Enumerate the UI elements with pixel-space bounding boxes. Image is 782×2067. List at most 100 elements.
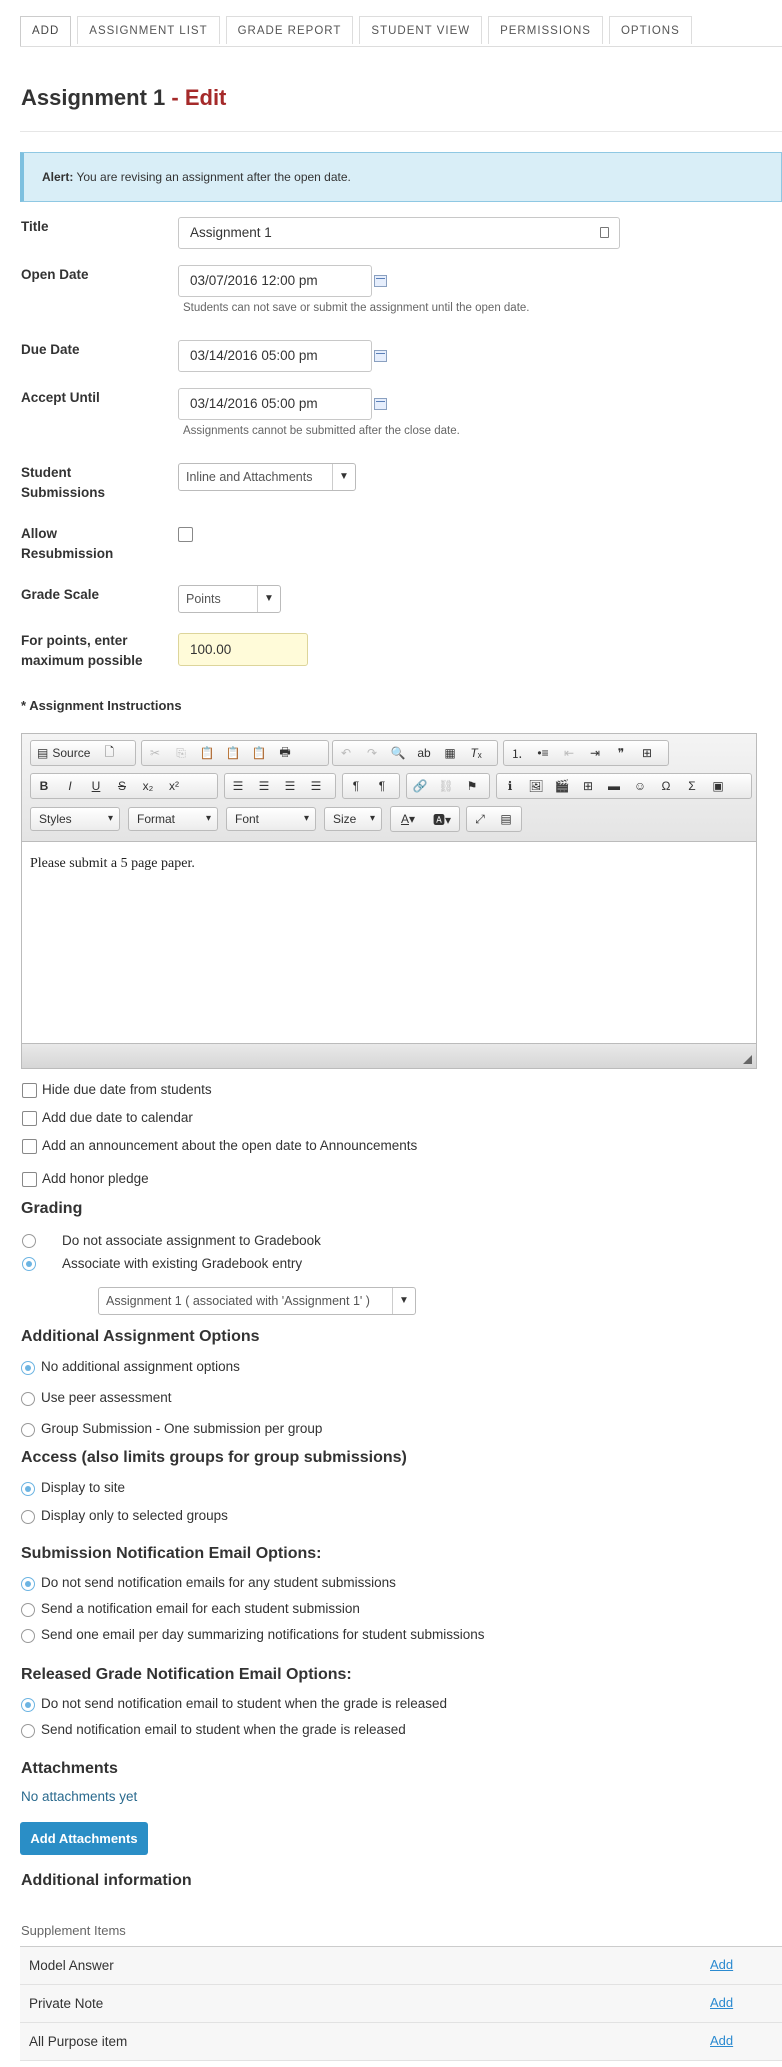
send-grade-email-radio[interactable]: [21, 1724, 35, 1738]
show-blocks-icon[interactable]: ▤: [493, 807, 519, 831]
new-page-icon[interactable]: 🗋: [96, 741, 122, 765]
no-attachments-text: No attachments yet: [21, 1789, 138, 1804]
outdent-icon[interactable]: ⇤: [556, 741, 582, 765]
div-container-icon[interactable]: ⊞: [634, 741, 660, 765]
paste-icon[interactable]: 📋: [194, 741, 220, 765]
math-icon[interactable]: Σ: [679, 774, 705, 798]
remove-format-icon[interactable]: Tₓ: [463, 741, 489, 765]
subscript-icon[interactable]: x₂: [135, 774, 161, 798]
title-input[interactable]: Assignment 1: [178, 217, 620, 249]
document-group: ▤ Source 🗋: [30, 740, 136, 766]
media-icon[interactable]: 🎬: [549, 774, 575, 798]
ltr-icon[interactable]: ¶: [343, 774, 369, 798]
existing-gradebook-radio[interactable]: [22, 1257, 36, 1271]
find-icon[interactable]: 🔍: [385, 741, 411, 765]
rtl-icon[interactable]: ¶: [369, 774, 395, 798]
max-points-label: For points, enter maximum possible: [21, 633, 143, 668]
honor-pledge-checkbox[interactable]: [22, 1172, 37, 1187]
superscript-icon[interactable]: x²: [161, 774, 187, 798]
embed-icon[interactable]: ▣: [705, 774, 731, 798]
size-dropdown[interactable]: Size: [324, 807, 382, 831]
italic-icon[interactable]: I: [57, 774, 83, 798]
tab-assignment-list[interactable]: ASSIGNMENT LIST: [77, 16, 220, 44]
gradebook-entry-select[interactable]: Assignment 1 ( associated with 'Assignme…: [98, 1287, 416, 1315]
peer-assessment-radio[interactable]: [21, 1392, 35, 1406]
grade-scale-select[interactable]: Points ▼: [178, 585, 281, 613]
allow-resubmission-checkbox[interactable]: [178, 527, 193, 542]
calendar-icon[interactable]: [374, 350, 387, 362]
no-submission-email-radio[interactable]: [21, 1577, 35, 1591]
bold-icon[interactable]: B: [31, 774, 57, 798]
align-right-icon[interactable]: ☰: [277, 774, 303, 798]
display-to-site-radio[interactable]: [21, 1482, 35, 1496]
tab-options[interactable]: OPTIONS: [608, 16, 692, 44]
font-dropdown[interactable]: Font: [226, 807, 316, 831]
align-center-icon[interactable]: ☰: [251, 774, 277, 798]
redo-icon[interactable]: ↷: [359, 741, 385, 765]
calendar-icon[interactable]: [374, 275, 387, 287]
styles-dropdown[interactable]: Styles: [30, 807, 120, 831]
copy-icon[interactable]: ⎘: [168, 741, 194, 765]
justify-icon[interactable]: ☰: [303, 774, 329, 798]
background-color-icon[interactable]: 🅰▾: [425, 807, 459, 831]
anchor-icon[interactable]: ⚑: [459, 774, 485, 798]
source-button[interactable]: ▤ Source: [31, 741, 96, 765]
tab-add[interactable]: ADD: [20, 16, 72, 46]
daily-submission-email-radio[interactable]: [21, 1629, 35, 1643]
numbered-list-icon[interactable]: ⒈: [504, 741, 530, 765]
add-model-answer-link[interactable]: Add: [710, 1957, 733, 1972]
no-gradebook-radio[interactable]: [22, 1234, 36, 1248]
calendar-icon[interactable]: [374, 398, 387, 410]
max-points-input[interactable]: 100.00: [178, 633, 308, 666]
link-icon[interactable]: 🔗: [407, 774, 433, 798]
open-date-input[interactable]: 03/07/2016 12:00 pm: [178, 265, 372, 297]
select-all-icon[interactable]: ▦: [437, 741, 463, 765]
student-submissions-select[interactable]: Inline and Attachments ▼: [178, 463, 356, 491]
tab-grade-report[interactable]: GRADE REPORT: [225, 16, 354, 44]
tab-permissions[interactable]: PERMISSIONS: [488, 16, 603, 44]
blockquote-icon[interactable]: ❞: [608, 741, 634, 765]
accept-until-label: Accept Until: [21, 390, 100, 405]
paste-word-icon[interactable]: 📋: [246, 741, 272, 765]
format-dropdown[interactable]: Format: [128, 807, 218, 831]
add-private-note-link[interactable]: Add: [710, 1995, 733, 2010]
strikethrough-icon[interactable]: S: [109, 774, 135, 798]
grading-heading: Grading: [21, 1200, 83, 1217]
maximize-icon[interactable]: ⤢: [467, 807, 493, 831]
due-date-input[interactable]: 03/14/2016 05:00 pm: [178, 340, 372, 372]
group-submission-radio[interactable]: [21, 1423, 35, 1437]
allow-resubmission-label: Allow Resubmission: [21, 526, 114, 561]
replace-icon[interactable]: ab: [411, 741, 437, 765]
resize-handle-icon[interactable]: [743, 1055, 752, 1064]
special-char-icon[interactable]: Ω: [653, 774, 679, 798]
tab-student-view[interactable]: STUDENT VIEW: [359, 16, 483, 44]
no-additional-options-radio[interactable]: [21, 1361, 35, 1375]
print-icon[interactable]: 🖶: [272, 741, 298, 765]
cut-icon[interactable]: ✂: [142, 741, 168, 765]
unlink-icon[interactable]: ⛓: [433, 774, 459, 798]
undo-icon[interactable]: ↶: [333, 741, 359, 765]
accept-until-input[interactable]: 03/14/2016 05:00 pm: [178, 388, 372, 420]
table-icon[interactable]: ⊞: [575, 774, 601, 798]
align-left-icon[interactable]: ☰: [225, 774, 251, 798]
image-icon[interactable]: 🖼: [523, 774, 549, 798]
paste-text-icon[interactable]: 📋: [220, 741, 246, 765]
info-icon[interactable]: ℹ: [497, 774, 523, 798]
underline-icon[interactable]: U: [83, 774, 109, 798]
add-announcement-checkbox[interactable]: [22, 1139, 37, 1154]
add-to-calendar-checkbox[interactable]: [22, 1111, 37, 1126]
no-grade-email-radio[interactable]: [21, 1698, 35, 1712]
editor-content[interactable]: Please submit a 5 page paper.: [30, 856, 195, 872]
horizontal-rule-icon[interactable]: ▬: [601, 774, 627, 798]
bullet-list-icon[interactable]: •≡: [530, 741, 556, 765]
each-submission-email-radio[interactable]: [21, 1603, 35, 1617]
text-color-icon[interactable]: A ▾: [391, 807, 425, 831]
rich-text-editor: ▤ Source 🗋 ✂ ⎘ 📋 📋 📋 🖶 ↶ ↷ 🔍 ab ▦ Tₓ ⒈ •≡…: [21, 733, 757, 1069]
selected-groups-radio[interactable]: [21, 1510, 35, 1524]
hide-due-date-checkbox[interactable]: [22, 1083, 37, 1098]
add-attachments-button[interactable]: Add Attachments: [20, 1822, 148, 1855]
add-all-purpose-link[interactable]: Add: [710, 2033, 733, 2048]
smiley-icon[interactable]: ☺: [627, 774, 653, 798]
access-heading: Access (also limits groups for group sub…: [21, 1449, 407, 1466]
indent-icon[interactable]: ⇥: [582, 741, 608, 765]
